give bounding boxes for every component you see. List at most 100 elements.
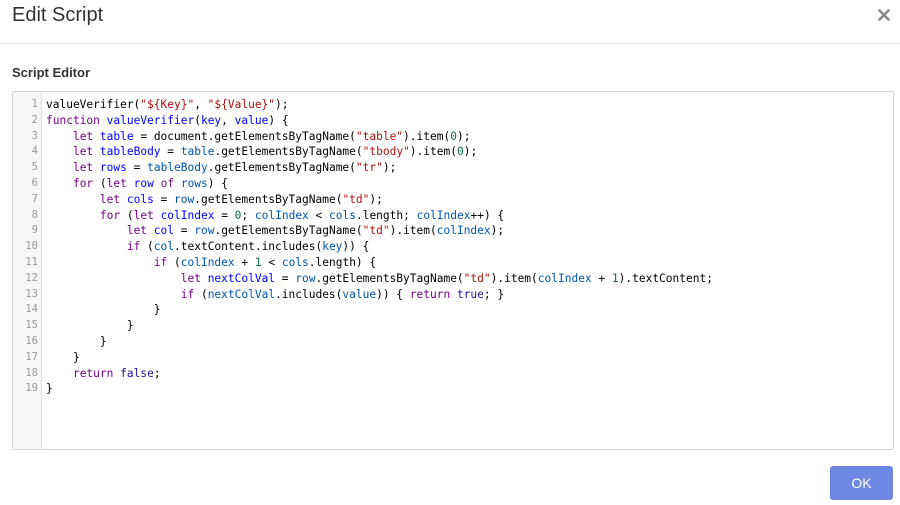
code-token: "table" (355, 129, 404, 143)
code-line[interactable]: if (nextColVal.includes(value)) { return… (46, 287, 889, 303)
code-token: true (456, 287, 484, 301)
code-token: ) { (268, 113, 289, 127)
code-line[interactable]: return false; (46, 366, 889, 382)
code-token: ( (140, 240, 154, 254)
code-token: ); (382, 161, 397, 175)
script-editor[interactable]: 1 2 3 4 5 6 7 8 9 10 11 12 13 14 15 16 17 18 19 valueVerif… (12, 91, 894, 450)
code-token: .getElementsByTagName( (207, 161, 356, 175)
line-number: 17 (25, 350, 38, 363)
code-token: "tr" (355, 161, 383, 175)
line-number: 3 (31, 129, 38, 142)
code-token: } (46, 303, 161, 317)
code-token: , (221, 113, 235, 127)
code-token: return (72, 366, 114, 380)
code-token: = (275, 271, 296, 285)
code-token: colIndex (180, 255, 235, 269)
code-token: ).item( (409, 145, 457, 159)
code-line[interactable]: let cols = row.getElementsByTagName("td"… (46, 192, 889, 208)
code-token: cols (126, 192, 154, 206)
line-number: 7 (31, 192, 38, 205)
line-number: 9 (31, 224, 38, 237)
code-token: + (591, 271, 612, 285)
code-token: .getElementsByTagName( (315, 271, 464, 285)
code-token: value (342, 287, 377, 301)
code-token: ( (167, 255, 181, 269)
code-token: ); (463, 145, 478, 159)
code-line[interactable]: function valueVerifier(key, value) { (46, 113, 889, 129)
code-token: false (120, 366, 154, 380)
code-token: tableBody (99, 145, 161, 159)
code-line[interactable]: for (let row of rows) { (46, 176, 889, 192)
code-token: cols (281, 255, 309, 269)
code-line[interactable]: } (46, 334, 889, 350)
code-token: < (308, 208, 330, 222)
code-line[interactable]: let nextColVal = row.getElementsByTagNam… (46, 271, 889, 287)
code-token: let (180, 271, 201, 285)
code-line[interactable]: let table = document.getElementsByTagNam… (46, 129, 889, 145)
code-token: function (46, 113, 100, 127)
code-token: 1 (254, 255, 262, 269)
code-token: nextColVal (207, 271, 276, 285)
code-token: ( (194, 287, 208, 301)
code-token: "td" (342, 192, 370, 206)
code-line[interactable]: let col = row.getElementsByTagName("td")… (46, 223, 889, 239)
code-line[interactable]: if (colIndex + 1 < cols.length) { (46, 255, 889, 271)
code-token: , (194, 98, 208, 111)
code-area[interactable]: valueVerifier("${Key}", "${Value}"); func… (46, 97, 889, 397)
code-token: } (46, 319, 134, 333)
ok-button[interactable]: OK (830, 466, 893, 500)
code-token: let (99, 192, 121, 206)
code-token: key (200, 113, 222, 127)
code-token: ).textContent; (618, 271, 713, 285)
code-token: row (133, 176, 154, 190)
code-token: .getElementsByTagName( (214, 224, 363, 238)
code-token: rows (180, 176, 208, 190)
code-token: "td" (463, 271, 491, 285)
code-token: for (99, 208, 121, 222)
line-number-gutter: 1 2 3 4 5 6 7 8 9 10 11 12 13 14 15 16 17 18 19 (13, 92, 42, 449)
code-token: let (106, 176, 127, 190)
code-line[interactable]: } (46, 350, 889, 366)
script-editor-label: Script Editor (12, 65, 91, 80)
code-token: ).item( (389, 224, 437, 238)
code-token: ++) { (470, 208, 505, 222)
code-token: 0 (450, 129, 457, 143)
code-token: .length) { (308, 255, 377, 269)
code-token: of (160, 176, 175, 190)
code-token: tableBody (147, 161, 208, 175)
code-token: = (214, 208, 235, 222)
code-token: value (234, 113, 269, 127)
code-token: ); (456, 129, 471, 143)
code-line[interactable]: let tableBody = table.getElementsByTagNa… (46, 144, 889, 160)
code-line[interactable]: } (46, 318, 889, 334)
code-token: } (46, 334, 107, 348)
code-line[interactable]: let rows = tableBody.getElementsByTagNam… (46, 160, 889, 176)
code-line[interactable]: if (col.textContent.includes(key)) { (46, 239, 889, 255)
code-token: colIndex (537, 271, 592, 285)
code-token: ( (194, 113, 201, 127)
code-token: } (46, 382, 53, 396)
code-token: colIndex (436, 224, 491, 238)
code-line[interactable]: for (let colIndex = 0; colIndex < cols.l… (46, 208, 889, 224)
line-number: 5 (31, 161, 38, 174)
code-line[interactable]: } (46, 381, 889, 397)
code-token: ( (120, 208, 134, 222)
code-line[interactable]: } (46, 302, 889, 318)
code-token: 1 (611, 271, 619, 285)
close-icon[interactable] (874, 5, 894, 25)
code-token: let (126, 224, 148, 238)
line-number: 6 (31, 176, 38, 189)
code-line[interactable]: valueVerifier("${Key}", "${Value}"); (46, 97, 889, 113)
code-token: = document.getElementsByTagName( (133, 129, 356, 143)
